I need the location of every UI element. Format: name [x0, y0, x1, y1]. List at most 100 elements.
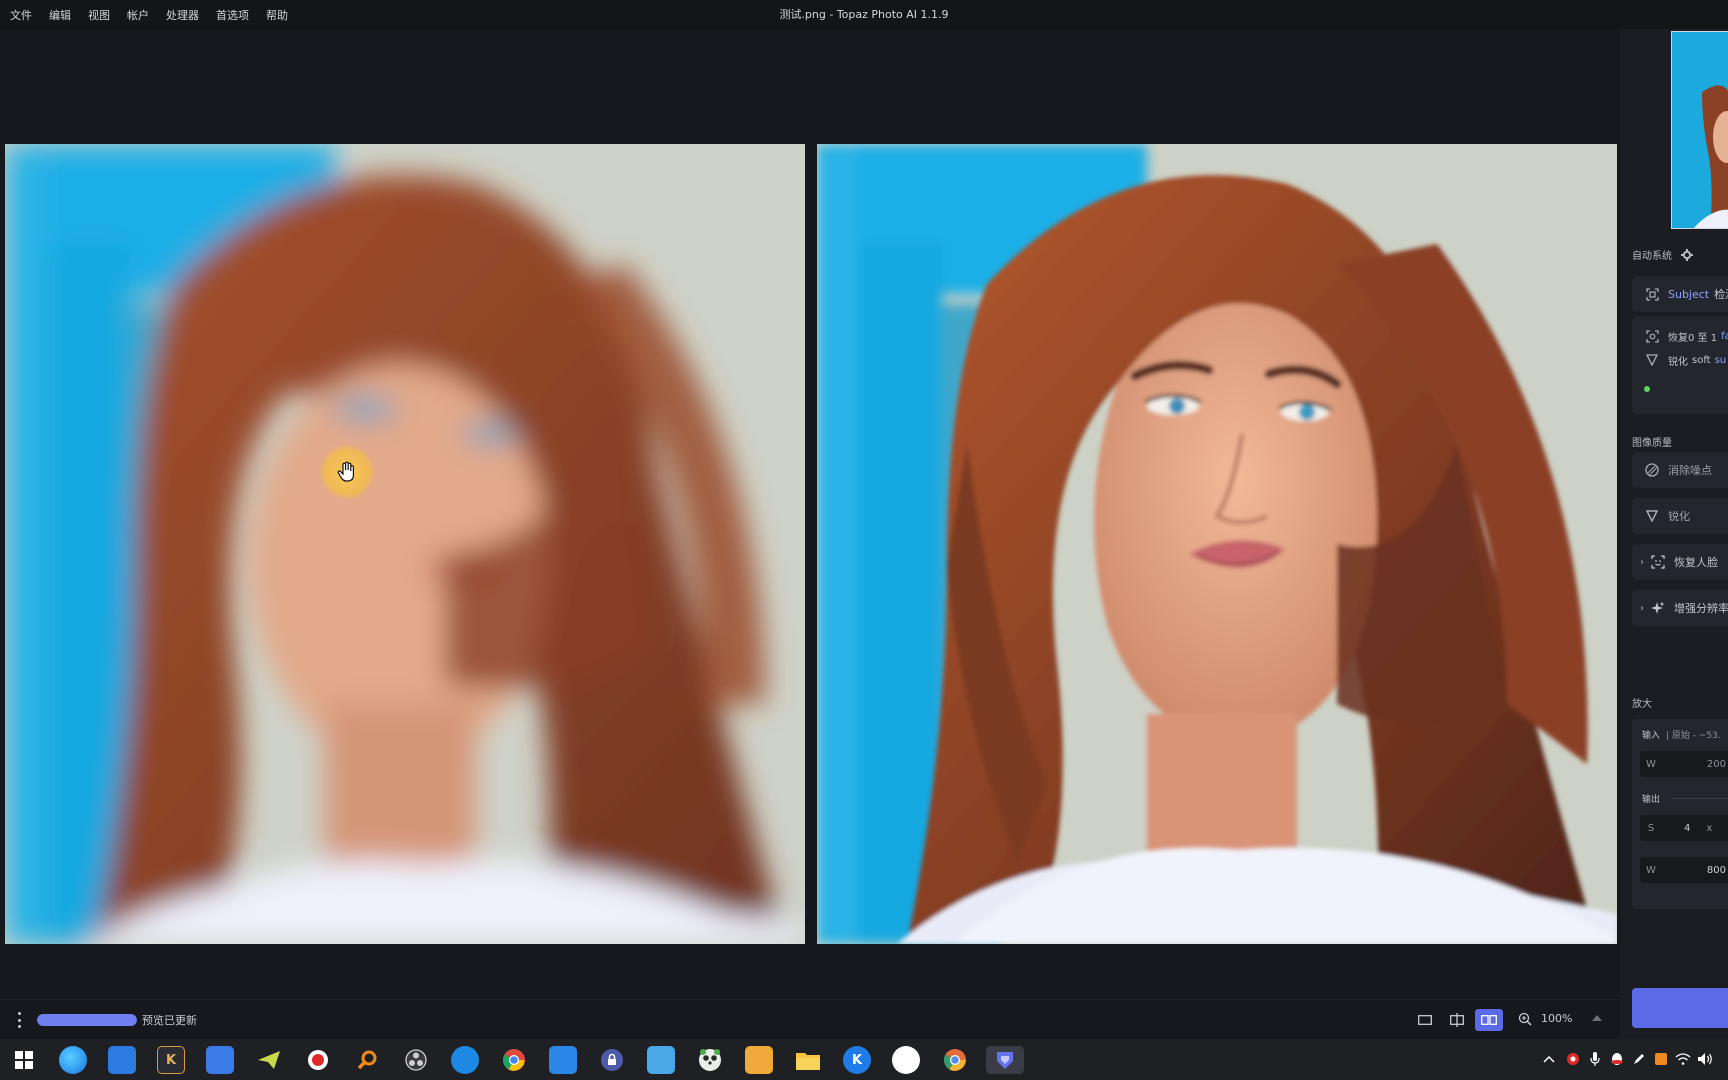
menu-processor[interactable]: 处理器 [166, 7, 199, 23]
original-preview-image[interactable] [5, 144, 805, 944]
tools-icon[interactable] [549, 1046, 577, 1074]
sharpen-filter-label: 锐化 [1668, 510, 1690, 523]
tray-app-icon[interactable] [1653, 1051, 1669, 1067]
tray-wifi-icon[interactable] [1675, 1051, 1691, 1067]
tray-volume-icon[interactable] [1697, 1051, 1713, 1067]
upscale-settings-card: 输入 | 原始 - ~53. W 200 输出 S 4 x W 800 [1632, 719, 1728, 909]
enhanced-preview-image[interactable] [817, 144, 1617, 944]
file-explorer-icon[interactable] [794, 1046, 822, 1074]
sharpen-summary-label: 锐化 [1668, 356, 1688, 368]
tray-pen-icon[interactable] [1631, 1051, 1647, 1067]
autopilot-summary-card: 恢复0 至 1 fa 锐化 soft su [1632, 316, 1728, 414]
menu-file[interactable]: 文件 [10, 7, 32, 23]
printer-icon[interactable] [206, 1046, 234, 1074]
menu-preferences[interactable]: 首选项 [216, 7, 249, 23]
tray-overflow-chevron-icon[interactable] [1541, 1051, 1557, 1067]
hand-icon [337, 461, 354, 482]
edge-icon[interactable] [59, 1046, 87, 1074]
input-width-field[interactable]: W 200 [1640, 751, 1728, 777]
record-icon[interactable] [304, 1046, 332, 1074]
more-options-icon[interactable] [14, 1012, 24, 1028]
hand-pan-cursor [319, 444, 375, 500]
vpn-lock-icon[interactable] [598, 1046, 626, 1074]
sharpen-suffix: su [1714, 354, 1727, 366]
menu-account[interactable]: 帐户 [127, 7, 149, 23]
denoise-icon [1644, 462, 1660, 478]
remote-desktop-icon[interactable] [108, 1046, 136, 1074]
menu-view[interactable]: 视图 [88, 7, 110, 23]
input-width-label: W [1646, 758, 1656, 770]
zoom-level[interactable]: 100% [1541, 1012, 1572, 1025]
progress-bar [37, 1014, 137, 1026]
os-taskbar: K K [0, 1039, 1728, 1080]
subject-label: Subject [1668, 287, 1710, 301]
k-app-icon[interactable]: K [157, 1046, 185, 1074]
recover-suffix: fa [1721, 330, 1728, 342]
chrome-icon[interactable] [500, 1046, 528, 1074]
input-width-value: 200 [1706, 758, 1726, 770]
kugou-icon[interactable]: K [843, 1046, 871, 1074]
face-recovery-label: 恢复人脸 [1674, 556, 1718, 569]
zoom-dropdown-caret-icon[interactable] [1592, 1015, 1602, 1021]
save-image-button[interactable] [1632, 988, 1728, 1028]
panda-icon[interactable] [696, 1046, 724, 1074]
menu-edit[interactable]: 编辑 [49, 7, 71, 23]
subject-value: 检测 [1714, 288, 1728, 301]
package-icon[interactable] [745, 1046, 773, 1074]
sharpen-icon [1644, 508, 1660, 524]
title-bar: 文件 编辑 视图 帐户 处理器 首选项 帮助 测试.png - Topaz Ph… [0, 0, 1728, 29]
side-by-side-button[interactable] [1475, 1009, 1503, 1031]
sharpen-filter-card[interactable]: 锐化 [1632, 498, 1728, 534]
menu-help[interactable]: 帮助 [266, 7, 288, 23]
subject-detection-card[interactable]: Subject 检测 [1632, 276, 1728, 312]
zoom-icon[interactable] [1518, 1012, 1532, 1026]
face-recovery-icon [1650, 554, 1666, 570]
obs-icon[interactable] [402, 1046, 430, 1074]
input-label: 输入 [1642, 730, 1661, 741]
side-by-side-icon [1481, 1015, 1497, 1025]
denoise-filter-card[interactable]: 消除噪点 [1632, 452, 1728, 488]
menu-bar: 文件 编辑 视图 帐户 处理器 首选项 帮助 [0, 0, 305, 29]
output-width-label: W [1646, 864, 1656, 876]
image-editor-icon[interactable] [647, 1046, 675, 1074]
split-view-icon [1450, 1013, 1464, 1027]
single-view-icon [1418, 1015, 1432, 1025]
chrome-canary-icon[interactable] [941, 1046, 969, 1074]
enhance-resolution-label: 增强分辨率 [1674, 602, 1728, 615]
recover-faces-summary: 恢复0 至 1 [1668, 332, 1718, 344]
topaz-photo-ai-icon[interactable] [986, 1046, 1024, 1074]
navigator-thumbnail[interactable] [1671, 31, 1728, 229]
tray-qq-icon[interactable] [1609, 1051, 1625, 1067]
preview-status: 预览已更新 [142, 1014, 197, 1027]
recover-faces-card[interactable]: › 恢复人脸 [1632, 544, 1728, 580]
autopilot-label: 自动系统 [1632, 247, 1694, 262]
windows-start-icon[interactable] [10, 1046, 38, 1074]
scale-unit: x [1706, 822, 1713, 834]
face-frame-icon [1644, 328, 1660, 344]
tray-record-icon[interactable] [1565, 1051, 1581, 1067]
output-label: 输出 [1642, 794, 1661, 805]
paper-plane-icon[interactable] [255, 1046, 283, 1074]
scale-value: 4 [1684, 822, 1691, 834]
tray-microphone-icon[interactable] [1587, 1051, 1603, 1067]
chevron-right-icon[interactable]: › [1640, 557, 1644, 568]
chevron-right-icon[interactable]: › [1640, 603, 1644, 614]
output-width-value: 800 [1706, 864, 1726, 876]
gear-icon[interactable] [1681, 249, 1694, 261]
denoise-label: 消除噪点 [1668, 464, 1712, 477]
sharpen-mode: soft [1692, 354, 1711, 366]
subject-frame-icon [1644, 286, 1660, 302]
status-dot [1644, 386, 1650, 392]
browser-2-icon[interactable] [892, 1046, 920, 1074]
single-view-button[interactable] [1411, 1009, 1439, 1031]
preview-canvas[interactable] [0, 29, 1620, 999]
scale-field[interactable]: S 4 x [1640, 815, 1728, 841]
output-width-field[interactable]: W 800 [1640, 857, 1728, 883]
progress-fill [37, 1014, 137, 1026]
split-view-button[interactable] [1443, 1009, 1471, 1031]
translate-icon[interactable] [451, 1046, 479, 1074]
search-magnifier-icon[interactable] [353, 1046, 381, 1074]
scale-label: S [1647, 822, 1655, 834]
enhance-resolution-card[interactable]: › 增强分辨率 [1632, 590, 1728, 626]
sharpen-triangle-icon [1644, 352, 1660, 368]
